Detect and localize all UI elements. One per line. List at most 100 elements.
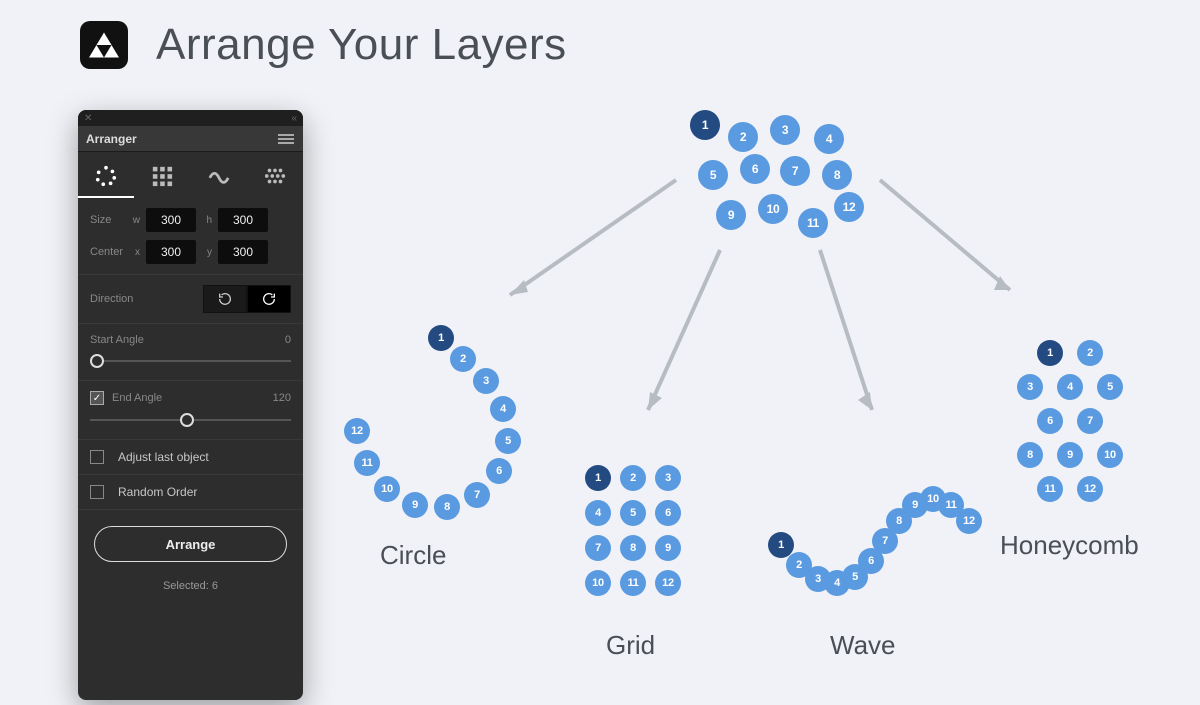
center-x-input[interactable] xyxy=(146,240,196,264)
end-angle-value: 120 xyxy=(273,392,291,404)
adjust-last-section: Adjust last object xyxy=(78,440,303,475)
size-label: Size xyxy=(90,214,124,226)
node-grid-7: 7 xyxy=(585,535,611,561)
node-grid-5: 5 xyxy=(620,500,646,526)
honeycomb-icon xyxy=(264,165,286,187)
center-x-label: x xyxy=(130,247,140,258)
loading-dots-icon xyxy=(95,165,117,187)
size-w-input[interactable] xyxy=(146,208,196,232)
triforce-icon xyxy=(89,30,119,60)
start-angle-slider[interactable] xyxy=(90,352,291,370)
node-grid-10: 10 xyxy=(585,570,611,596)
end-angle-slider[interactable] xyxy=(90,411,291,429)
node-honey-12: 12 xyxy=(1077,476,1103,502)
center-y-input[interactable] xyxy=(218,240,268,264)
node-circle-2: 2 xyxy=(450,346,476,372)
mode-honeycomb[interactable] xyxy=(247,156,303,198)
node-grid-8: 8 xyxy=(620,535,646,561)
node-honey-8: 8 xyxy=(1017,442,1043,468)
node-honey-9: 9 xyxy=(1057,442,1083,468)
collapse-icon[interactable]: « xyxy=(291,113,297,124)
wave-icon xyxy=(208,165,230,187)
title-row: Arrange Your Layers xyxy=(0,0,1200,70)
direction-section: Direction xyxy=(78,275,303,324)
center-y-label: y xyxy=(202,247,212,258)
end-angle-checkbox[interactable] xyxy=(90,391,104,405)
center-label: Center xyxy=(90,246,124,258)
size-h-input[interactable] xyxy=(218,208,268,232)
node-grid-3: 3 xyxy=(655,465,681,491)
arrows xyxy=(320,100,1200,500)
mode-grid[interactable] xyxy=(134,156,190,198)
direction-label: Direction xyxy=(90,293,150,305)
grid-caption: Grid xyxy=(606,630,655,661)
start-angle-section: Start Angle 0 xyxy=(78,324,303,381)
node-circle-4: 4 xyxy=(490,396,516,422)
preview-canvas: 1 2 3 4 5 6 7 8 9 10 11 12 1 2 3 4 5 6 7… xyxy=(320,100,1200,705)
honeycomb-caption: Honeycomb xyxy=(1000,530,1139,561)
random-order-section: Random Order xyxy=(78,475,303,510)
arrange-button[interactable]: Arrange xyxy=(94,526,287,562)
selected-count: Selected: 6 xyxy=(78,580,303,592)
node-honey-1: 1 xyxy=(1037,340,1063,366)
close-icon[interactable]: ✕ xyxy=(84,113,92,124)
node-circle-10: 10 xyxy=(374,476,400,502)
node-honey-6: 6 xyxy=(1037,408,1063,434)
node-grid-1: 1 xyxy=(585,465,611,491)
node-honey-11: 11 xyxy=(1037,476,1063,502)
mode-tabs xyxy=(78,152,303,198)
node-circle-9: 9 xyxy=(402,492,428,518)
node-honey-10: 10 xyxy=(1097,442,1123,468)
rotate-cw-icon xyxy=(261,291,277,307)
node-circle-8: 8 xyxy=(434,494,460,520)
random-order-label: Random Order xyxy=(118,485,197,499)
direction-cw-button[interactable] xyxy=(247,285,291,313)
end-angle-section: End Angle 120 xyxy=(78,381,303,440)
arranger-panel: ✕ « Arranger Size w xyxy=(78,110,303,700)
mode-circle[interactable] xyxy=(78,156,134,198)
rotate-ccw-icon xyxy=(217,291,233,307)
panel-menu-icon[interactable] xyxy=(277,133,295,145)
panel-header: Arranger xyxy=(78,126,303,152)
node-circle-3: 3 xyxy=(473,368,499,394)
direction-toggle xyxy=(203,285,291,313)
node-circle-11: 11 xyxy=(354,450,380,476)
node-grid-11: 11 xyxy=(620,570,646,596)
panel-window-chrome: ✕ « xyxy=(78,110,303,126)
adjust-last-checkbox[interactable] xyxy=(90,450,104,464)
node-circle-6: 6 xyxy=(486,458,512,484)
size-center-section: Size w h Center x y xyxy=(78,198,303,275)
end-angle-thumb[interactable] xyxy=(180,413,194,427)
size-w-label: w xyxy=(130,215,140,226)
node-wave-12: 12 xyxy=(956,508,982,534)
node-honey-5: 5 xyxy=(1097,374,1123,400)
random-order-checkbox[interactable] xyxy=(90,485,104,499)
end-angle-label: End Angle xyxy=(112,392,162,404)
adjust-last-label: Adjust last object xyxy=(118,450,209,464)
node-honey-3: 3 xyxy=(1017,374,1043,400)
node-circle-1: 1 xyxy=(428,325,454,351)
direction-ccw-button[interactable] xyxy=(203,285,247,313)
node-circle-5: 5 xyxy=(495,428,521,454)
node-grid-2: 2 xyxy=(620,465,646,491)
size-h-label: h xyxy=(202,215,212,226)
node-grid-4: 4 xyxy=(585,500,611,526)
panel-title: Arranger xyxy=(86,132,137,146)
page-title: Arrange Your Layers xyxy=(156,20,567,70)
node-circle-7: 7 xyxy=(464,482,490,508)
node-grid-9: 9 xyxy=(655,535,681,561)
node-grid-12: 12 xyxy=(655,570,681,596)
node-honey-2: 2 xyxy=(1077,340,1103,366)
start-angle-value: 0 xyxy=(285,334,291,346)
mode-wave[interactable] xyxy=(191,156,247,198)
node-honey-7: 7 xyxy=(1077,408,1103,434)
circle-caption: Circle xyxy=(380,540,446,571)
start-angle-label: Start Angle xyxy=(90,334,144,346)
node-honey-4: 4 xyxy=(1057,374,1083,400)
node-grid-6: 6 xyxy=(655,500,681,526)
app-icon xyxy=(80,21,128,69)
node-circle-12: 12 xyxy=(344,418,370,444)
wave-caption: Wave xyxy=(830,630,896,661)
start-angle-thumb[interactable] xyxy=(90,354,104,368)
grid-icon xyxy=(151,165,173,187)
